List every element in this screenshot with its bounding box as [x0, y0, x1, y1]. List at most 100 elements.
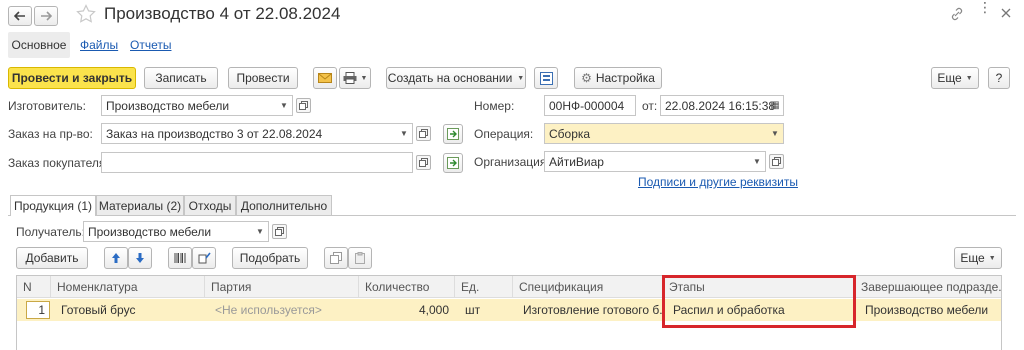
chevron-down-icon[interactable]: ▼: [252, 222, 268, 241]
manufacturer-open-button[interactable]: [296, 98, 311, 113]
prod-order-value: Заказ на производство 3 от 22.08.2024: [106, 126, 323, 141]
post-button[interactable]: Провести: [228, 67, 298, 89]
nav-tab-reports[interactable]: Отчеты: [130, 38, 171, 52]
kebab-menu-icon[interactable]: ⋮: [978, 0, 992, 22]
prod-order-fill-button[interactable]: [443, 124, 463, 144]
arrow-left-icon: [14, 11, 25, 21]
move-down-button[interactable]: [128, 247, 152, 269]
tabs-divider: [8, 215, 1016, 216]
tab-products[interactable]: Продукция (1): [10, 195, 96, 216]
cell-unit[interactable]: шт: [459, 299, 513, 321]
column-header-nomenclature[interactable]: Номенклатура: [51, 276, 205, 298]
chevron-down-icon[interactable]: ▼: [749, 152, 765, 171]
chevron-down-icon: ▼: [517, 74, 525, 82]
column-header-unit[interactable]: Ед.: [455, 276, 513, 298]
save-button[interactable]: Записать: [144, 67, 218, 89]
select-button[interactable]: Подобрать: [232, 247, 308, 269]
cell-final-dept[interactable]: Производство мебели: [859, 299, 1001, 321]
chevron-down-icon: ▼: [965, 74, 973, 82]
barcode-icon: [174, 253, 186, 263]
printer-icon: [343, 72, 357, 84]
recipient-label: Получатель:: [16, 225, 85, 239]
arrow-up-icon: [112, 253, 120, 263]
link-icon[interactable]: [950, 7, 964, 21]
organization-open-button[interactable]: [769, 154, 784, 169]
column-header-spec[interactable]: Спецификация: [513, 276, 663, 298]
customer-order-field[interactable]: [101, 152, 413, 173]
cell-batch[interactable]: <Не используется>: [209, 299, 359, 321]
manufacturer-value: Производство мебели: [106, 98, 230, 113]
barcode-button[interactable]: [168, 247, 192, 269]
nav-tab-main-label: Основное: [11, 38, 67, 52]
recipient-value: Производство мебели: [88, 224, 212, 239]
prod-order-open-button[interactable]: [416, 126, 431, 141]
cell-nomenclature[interactable]: Готовый брус: [55, 299, 205, 321]
signatures-link[interactable]: Подписи и другие реквизиты: [638, 175, 798, 189]
move-up-button[interactable]: [104, 247, 128, 269]
nav-tab-files[interactable]: Файлы: [80, 38, 118, 52]
organization-label: Организация:: [474, 155, 550, 169]
column-header-final-dept[interactable]: Завершающее подразде...: [855, 276, 1001, 298]
arrow-right-icon: [41, 11, 52, 21]
recipient-field[interactable]: Производство мебели ▼: [83, 221, 269, 242]
chevron-down-icon: ▼: [360, 74, 368, 82]
operation-field[interactable]: Сборка ▼: [544, 123, 784, 144]
stages-highlight-box: [662, 275, 856, 328]
post-and-close-button[interactable]: Провести и закрыть: [8, 67, 136, 89]
chevron-down-icon[interactable]: ▼: [767, 124, 783, 143]
date-value: 22.08.2024 16:15:38: [665, 98, 776, 113]
number-field[interactable]: 00НФ-000004: [544, 95, 636, 116]
print-button[interactable]: ▼: [339, 67, 371, 89]
star-icon[interactable]: [76, 4, 96, 24]
row-number: 1: [38, 303, 45, 317]
back-button[interactable]: [8, 6, 32, 26]
copy-button[interactable]: [324, 247, 348, 269]
forward-button[interactable]: [34, 6, 58, 26]
add-row-button[interactable]: Добавить: [16, 247, 88, 269]
column-header-n[interactable]: N: [17, 276, 51, 298]
paste-icon: [355, 252, 365, 264]
column-header-batch[interactable]: Партия: [205, 276, 359, 298]
date-field[interactable]: 22.08.2024 16:15:38 ▦: [660, 95, 784, 116]
chevron-down-icon[interactable]: ▼: [276, 96, 292, 115]
table-more-button[interactable]: Еще ▼: [954, 247, 1002, 269]
create-based-on-button[interactable]: Создать на основании ▼: [386, 67, 526, 89]
manufacturer-field[interactable]: Производство мебели ▼: [101, 95, 293, 116]
email-button[interactable]: [313, 67, 337, 89]
more-label: Еще: [937, 71, 962, 85]
number-label: Номер:: [474, 99, 515, 113]
close-icon[interactable]: [1001, 8, 1011, 18]
chevron-down-icon: ▼: [988, 254, 996, 262]
cell-quantity[interactable]: 4,000: [359, 299, 451, 321]
open-copy-icon: [299, 101, 308, 110]
settings-button[interactable]: ⚙ Настройка: [574, 67, 662, 89]
envelope-icon: [318, 73, 332, 83]
prod-order-field[interactable]: Заказ на производство 3 от 22.08.2024 ▼: [101, 123, 413, 144]
more-button[interactable]: Еще ▼: [931, 67, 979, 89]
row-number-cell[interactable]: 1: [26, 301, 50, 319]
customer-order-open-button[interactable]: [416, 155, 431, 170]
fill-arrow-icon: [447, 157, 459, 169]
copy-icon: [330, 252, 342, 264]
tab-waste[interactable]: Отходы: [184, 195, 236, 215]
prod-order-label: Заказ на пр-во:: [8, 127, 93, 141]
column-header-quantity[interactable]: Количество: [359, 276, 455, 298]
scan-button[interactable]: [192, 247, 216, 269]
tab-materials[interactable]: Материалы (2): [96, 195, 184, 215]
nav-tab-main[interactable]: Основное: [8, 32, 70, 58]
calendar-icon[interactable]: ▦: [767, 96, 783, 115]
customer-order-fill-button[interactable]: [443, 153, 463, 173]
recipient-open-button[interactable]: [272, 224, 287, 239]
organization-field[interactable]: АйтиВиар ▼: [544, 151, 766, 172]
tab-additional[interactable]: Дополнительно: [236, 195, 332, 215]
paste-button[interactable]: [348, 247, 372, 269]
date-label: от:: [642, 99, 658, 113]
cell-spec[interactable]: Изготовление готового б...: [517, 299, 663, 321]
number-value: 00НФ-000004: [549, 98, 625, 113]
chevron-down-icon[interactable]: ▼: [396, 124, 412, 143]
document-title: Производство 4 от 22.08.2024: [104, 4, 341, 23]
open-copy-icon: [772, 157, 781, 166]
structure-button[interactable]: [534, 67, 558, 89]
help-button[interactable]: ?: [988, 67, 1010, 89]
create-based-on-label: Создать на основании: [387, 71, 513, 85]
